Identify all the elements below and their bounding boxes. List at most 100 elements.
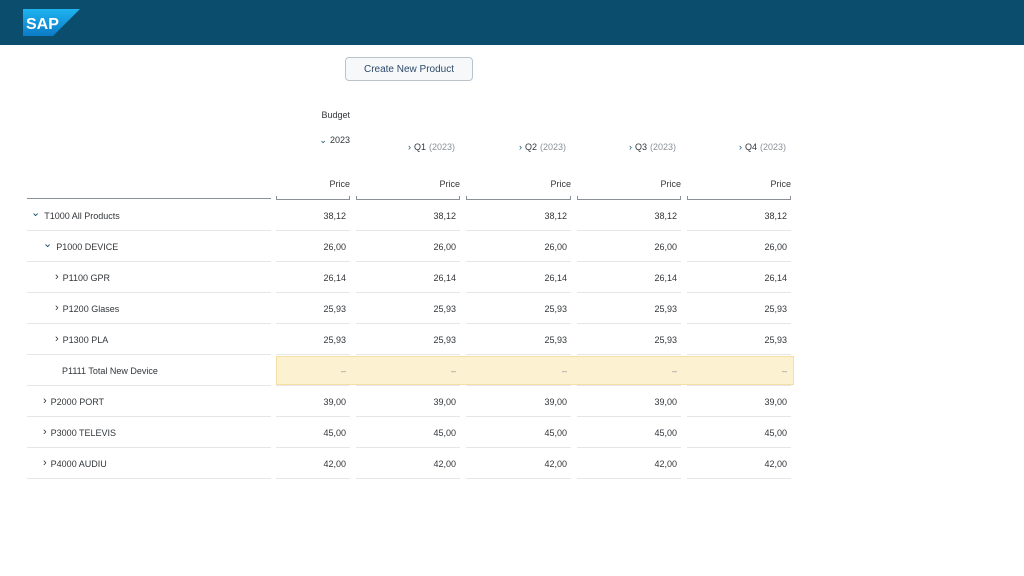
- logo-text: SAP: [26, 16, 59, 33]
- chevron-right-icon: ›: [407, 141, 411, 152]
- row-label-text: P1100 GPR: [62, 272, 111, 283]
- price-cell[interactable]: 25,93: [466, 293, 567, 324]
- price-cell[interactable]: 38,12: [577, 200, 677, 231]
- price-column-header[interactable]: Price: [687, 179, 791, 189]
- price-cell[interactable]: 39,00: [687, 386, 787, 417]
- row-label-text: T1000 All Products: [44, 210, 120, 221]
- quarter-label: Q3: [634, 142, 647, 152]
- row-label[interactable]: › P3000 TELEVIS: [43, 417, 116, 448]
- row-header-line: [27, 198, 271, 199]
- chevron-down-icon[interactable]: ⌄: [31, 208, 40, 219]
- price-cell[interactable]: 39,00: [276, 386, 346, 417]
- row-label[interactable]: › P1300 PLA: [55, 324, 108, 355]
- price-cell[interactable]: 38,12: [466, 200, 567, 231]
- table-row: ⌄ T1000 All Products 38,12 38,12 38,12 38,12 3…: [0, 200, 800, 231]
- row-label[interactable]: › P1200 Glases: [55, 293, 119, 324]
- quarter-label: Q4: [744, 142, 757, 152]
- table-row: › P1200 Glases 25,93 25,93 25,93 25,93 25,93: [0, 293, 800, 324]
- price-cell[interactable]: 42,00: [577, 448, 677, 479]
- price-cell[interactable]: 26,00: [356, 231, 456, 262]
- row-label-text: P2000 PORT: [50, 396, 105, 407]
- quarter-year: (2023): [649, 142, 676, 152]
- quarter-year: (2023): [428, 142, 455, 152]
- price-cell[interactable]: 26,00: [466, 231, 567, 262]
- price-cell[interactable]: 39,00: [356, 386, 456, 417]
- price-cell[interactable]: 45,00: [356, 417, 456, 448]
- quarter-label: Q1: [413, 142, 426, 152]
- price-cell[interactable]: –: [577, 355, 677, 386]
- price-cell[interactable]: 26,00: [687, 231, 787, 262]
- price-cell[interactable]: 26,14: [276, 262, 346, 293]
- price-cell[interactable]: 42,00: [356, 448, 456, 479]
- quarter-header-q2[interactable]: › Q2 (2023): [466, 141, 566, 153]
- table-row: P1111 Total New Device – – – – –: [0, 355, 800, 386]
- table-row: ⌄ P1000 DEVICE 26,00 26,00 26,00 26,00 26,00: [0, 231, 800, 262]
- year-label: 2023: [329, 135, 350, 145]
- price-cell[interactable]: 25,93: [466, 324, 567, 355]
- row-label[interactable]: ⌄ T1000 All Products: [31, 200, 120, 231]
- row-label-text: P4000 AUDIU: [50, 458, 107, 469]
- price-column-header[interactable]: Price: [356, 179, 460, 189]
- chevron-down-icon[interactable]: ⌄: [43, 239, 52, 250]
- chevron-right-icon[interactable]: ›: [55, 334, 59, 345]
- table-row: › P2000 PORT 39,00 39,00 39,00 39,00 39,00: [0, 386, 800, 417]
- chevron-right-icon[interactable]: ›: [43, 458, 47, 469]
- year-2023-header[interactable]: ⌄ 2023: [276, 134, 350, 146]
- price-cell[interactable]: 42,00: [466, 448, 567, 479]
- price-column-header[interactable]: Price: [466, 179, 571, 189]
- quarter-header-q1[interactable]: › Q1 (2023): [356, 141, 455, 153]
- price-column-header[interactable]: Price: [276, 179, 350, 189]
- table-row: › P4000 AUDIU 42,00 42,00 42,00 42,00 42,00: [0, 448, 800, 479]
- price-cell[interactable]: –: [466, 355, 567, 386]
- chevron-right-icon[interactable]: ›: [55, 303, 59, 314]
- table-row: › P1300 PLA 25,93 25,93 25,93 25,93 25,93: [0, 324, 800, 355]
- price-cell[interactable]: 25,93: [687, 293, 787, 324]
- price-cell[interactable]: 25,93: [276, 324, 346, 355]
- price-cell[interactable]: 42,00: [687, 448, 787, 479]
- price-cell[interactable]: 38,12: [356, 200, 456, 231]
- create-new-product-button[interactable]: Create New Product: [345, 57, 473, 81]
- price-cell[interactable]: 25,93: [687, 324, 787, 355]
- price-cell[interactable]: 25,93: [356, 293, 456, 324]
- price-cell[interactable]: 45,00: [466, 417, 567, 448]
- price-cell[interactable]: 26,00: [276, 231, 346, 262]
- chevron-right-icon[interactable]: ›: [55, 272, 59, 283]
- price-cell[interactable]: 45,00: [687, 417, 787, 448]
- price-cell[interactable]: 25,93: [577, 293, 677, 324]
- price-cell[interactable]: 25,93: [356, 324, 456, 355]
- table-row: › P3000 TELEVIS 45,00 45,00 45,00 45,00 45,00: [0, 417, 800, 448]
- price-cell[interactable]: 26,14: [356, 262, 456, 293]
- chevron-right-icon[interactable]: ›: [43, 427, 47, 438]
- row-label[interactable]: ⌄ P1000 DEVICE: [43, 231, 118, 262]
- row-label[interactable]: P1111 Total New Device: [62, 355, 158, 386]
- quarter-year: (2023): [539, 142, 566, 152]
- price-cell[interactable]: 39,00: [466, 386, 567, 417]
- quarter-header-q4[interactable]: › Q4 (2023): [687, 141, 786, 153]
- price-cell[interactable]: –: [356, 355, 456, 386]
- row-label[interactable]: › P2000 PORT: [43, 386, 104, 417]
- price-cell[interactable]: 39,00: [577, 386, 677, 417]
- row-label-text: P1111 Total New Device: [62, 365, 158, 376]
- row-label[interactable]: › P4000 AUDIU: [43, 448, 107, 479]
- price-cell[interactable]: 26,14: [687, 262, 787, 293]
- price-cell[interactable]: –: [276, 355, 346, 386]
- price-cell[interactable]: 38,12: [687, 200, 787, 231]
- price-cell[interactable]: 26,14: [577, 262, 677, 293]
- chevron-right-icon: ›: [738, 141, 742, 152]
- price-cell[interactable]: 42,00: [276, 448, 346, 479]
- price-cell[interactable]: 25,93: [577, 324, 677, 355]
- price-column-header[interactable]: Price: [577, 179, 681, 189]
- price-cell[interactable]: 26,14: [466, 262, 567, 293]
- price-cell[interactable]: 26,00: [577, 231, 677, 262]
- price-cell[interactable]: 45,00: [276, 417, 346, 448]
- price-cell[interactable]: 45,00: [577, 417, 677, 448]
- row-label[interactable]: › P1100 GPR: [55, 262, 110, 293]
- quarter-label: Q2: [524, 142, 537, 152]
- price-cell[interactable]: 25,93: [276, 293, 346, 324]
- sap-logo[interactable]: SAP: [23, 9, 80, 36]
- chevron-right-icon[interactable]: ›: [43, 396, 47, 407]
- price-cell[interactable]: –: [687, 355, 787, 386]
- price-cell[interactable]: 38,12: [276, 200, 346, 231]
- quarter-header-q3[interactable]: › Q3 (2023): [577, 141, 676, 153]
- row-label-text: P1200 Glases: [62, 303, 120, 314]
